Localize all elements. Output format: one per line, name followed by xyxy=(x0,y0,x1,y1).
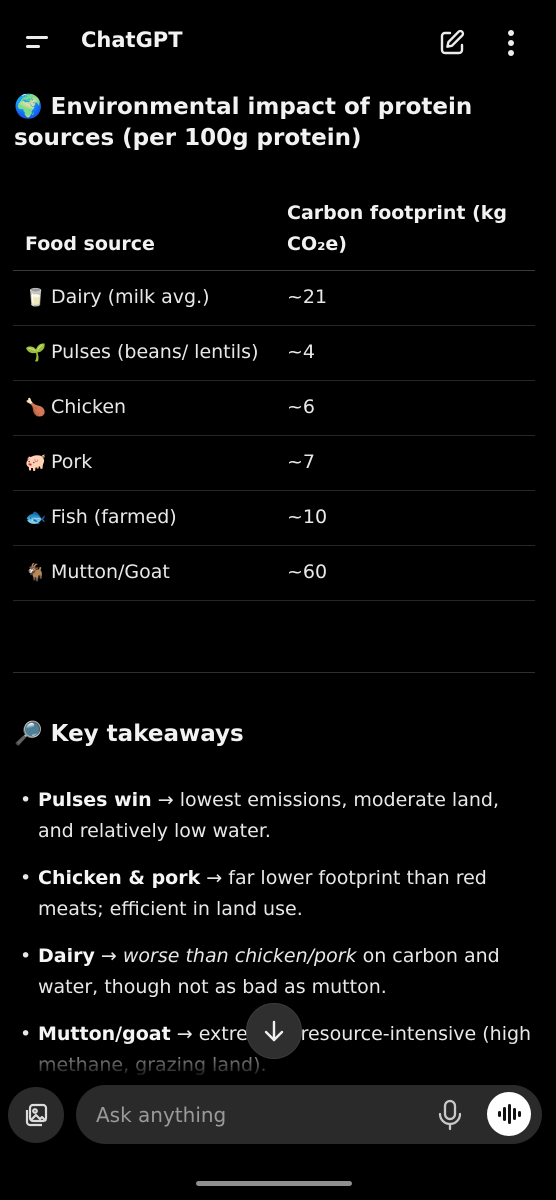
takeaway-label: Dairy xyxy=(38,945,95,967)
arrow-down-icon xyxy=(264,1020,284,1042)
food-cell: 🐐 Mutton/Goat xyxy=(13,545,275,601)
food-name: Mutton/Goat xyxy=(51,561,170,583)
takeaways-title: Key takeaways xyxy=(50,721,244,747)
scroll-down-button[interactable] xyxy=(246,1003,302,1059)
carbon-value: ~10 xyxy=(275,490,535,546)
pig-icon: 🐖 xyxy=(25,453,47,473)
more-vertical-icon[interactable] xyxy=(498,28,524,58)
table-row: 🐟 Fish (farmed) ~10 xyxy=(13,490,535,546)
table-row: 🌱 Pulses (beans/ lentils) ~4 xyxy=(13,325,535,381)
food-cell: 🥛 Dairy (milk avg.) xyxy=(13,270,275,326)
takeaway-label: Chicken & pork xyxy=(38,867,201,889)
home-indicator xyxy=(196,1181,352,1186)
arrow-text: → xyxy=(200,867,229,889)
food-name: Fish (farmed) xyxy=(51,506,177,528)
app-title: ChatGPT xyxy=(81,28,183,52)
food-name: Chicken xyxy=(51,396,127,418)
globe-icon: 🌍 xyxy=(14,94,43,120)
seedling-icon: 🌱 xyxy=(25,343,47,363)
takeaway-emphasis: worse than chicken/pork xyxy=(122,945,357,967)
attach-button[interactable] xyxy=(8,1087,64,1143)
table-row: 🐐 Mutton/Goat ~60 xyxy=(13,545,535,601)
carbon-value: ~4 xyxy=(275,325,535,381)
chat-screen: ChatGPT 🌍 Environmental impact of protei… xyxy=(0,0,556,1200)
carbon-value: ~21 xyxy=(275,270,535,326)
list-item: Chicken & pork → far lower footprint tha… xyxy=(20,863,535,925)
list-item: Pulses win → lowest emissions, moderate … xyxy=(20,785,535,847)
magnifier-icon: 🔎 xyxy=(14,721,43,747)
carbon-value: ~6 xyxy=(275,380,535,436)
table-row: 🐖 Pork ~7 xyxy=(13,435,535,491)
arrow-text: → xyxy=(94,945,123,967)
food-name: Dairy (milk avg.) xyxy=(51,286,210,308)
carbon-value: ~60 xyxy=(275,545,535,601)
microphone-button[interactable] xyxy=(434,1098,466,1132)
food-cell: 🍗 Chicken xyxy=(13,380,275,436)
column-header-carbon: Carbon footprint (kg CO₂e) xyxy=(275,192,535,271)
fish-icon: 🐟 xyxy=(25,508,47,528)
table-row: 🥛 Dairy (milk avg.) ~21 xyxy=(13,270,535,326)
section-divider xyxy=(13,672,535,673)
table-header-row: Food source Carbon footprint (kg CO₂e) xyxy=(13,192,535,271)
voice-mode-button[interactable] xyxy=(487,1092,531,1136)
ask-input[interactable] xyxy=(96,1099,416,1131)
goat-icon: 🐐 xyxy=(25,563,47,583)
food-cell: 🐟 Fish (farmed) xyxy=(13,490,275,546)
takeaway-label: Pulses win xyxy=(38,789,152,811)
gallery-icon xyxy=(25,1103,48,1127)
food-name: Pulses (beans/ lentils) xyxy=(51,341,259,363)
food-cell: 🐖 Pork xyxy=(13,435,275,491)
comparison-table: Food source Carbon footprint (kg CO₂e) 🥛… xyxy=(13,192,535,601)
menu-icon[interactable] xyxy=(22,30,52,54)
heading-text: Environmental impact of protein sources … xyxy=(14,94,473,151)
food-name: Pork xyxy=(51,451,93,473)
new-chat-edit-icon[interactable] xyxy=(437,28,467,58)
arrow-text: → xyxy=(151,789,180,811)
top-bar: ChatGPT xyxy=(0,0,556,86)
table-row: 🍗 Chicken ~6 xyxy=(13,380,535,436)
food-cell: 🌱 Pulses (beans/ lentils) xyxy=(13,325,275,381)
voice-waveform-icon xyxy=(498,1104,521,1124)
response-heading: 🌍 Environmental impact of protein source… xyxy=(14,92,534,154)
milk-icon: 🥛 xyxy=(25,288,47,308)
chicken-leg-icon: 🍗 xyxy=(25,398,47,418)
list-item: Dairy → worse than chicken/pork on carbo… xyxy=(20,941,535,1003)
takeaways-heading: 🔎 Key takeaways xyxy=(14,720,244,747)
carbon-value: ~7 xyxy=(275,435,535,491)
column-header-food: Food source xyxy=(13,192,275,271)
microphone-icon xyxy=(438,1099,462,1131)
